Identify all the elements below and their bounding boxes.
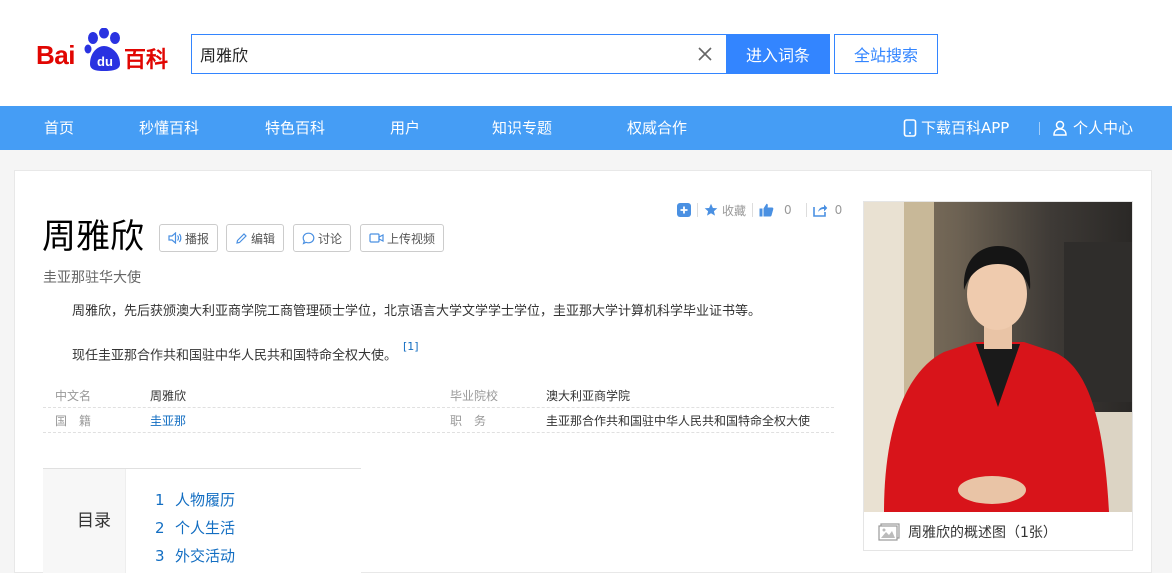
toc-item-number: 1 [155, 491, 165, 509]
tools-divider [697, 203, 698, 217]
thumbs-up-icon[interactable] [759, 203, 774, 217]
nav-item-cooperation[interactable]: 权威合作 [627, 106, 687, 150]
broadcast-button[interactable]: 播报 [159, 224, 219, 252]
entry-subtitle: 圭亚那驻华大使 [43, 270, 141, 286]
toc-item[interactable]: 1 人物履历 [155, 489, 235, 510]
basic-info-key: 职 务 [450, 414, 487, 428]
table-of-contents: 目录 1 人物履历 2 个人生活 3 外交活动 [43, 468, 361, 573]
edit-button[interactable]: 编辑 [226, 224, 285, 252]
site-search-button[interactable]: 全站搜索 [834, 34, 938, 74]
image-gallery-icon [878, 523, 900, 541]
toc-item-number: 2 [155, 519, 165, 537]
picture-caption-text: 周雅欣的概述图（1张） [908, 525, 1057, 541]
nav-item-home[interactable]: 首页 [44, 106, 74, 150]
tools-divider [805, 203, 807, 217]
nav-item-topics[interactable]: 知识专题 [492, 106, 552, 150]
summary-picture[interactable]: 周雅欣的概述图（1张） [863, 201, 1133, 551]
portrait-photo[interactable] [864, 202, 1132, 512]
toc-title-box: 目录 [43, 469, 126, 573]
basic-info-value: 澳大利亚商学院 [546, 389, 631, 403]
share-count: 0 [834, 203, 843, 217]
basic-info-row: 中文名 周雅欣 毕业院校 澳大利亚商学院 [43, 383, 834, 408]
speaker-icon [168, 232, 182, 244]
user-center-label: 个人中心 [1073, 119, 1134, 137]
user-center-link[interactable]: 个人中心 [1053, 106, 1133, 150]
header: Bai du 百科 进入词条 全站搜索 [0, 0, 1172, 106]
favorite-label[interactable]: 收藏 [722, 202, 746, 219]
basic-info-key: 国 籍 [55, 414, 92, 428]
picture-caption[interactable]: 周雅欣的概述图（1张） [864, 514, 1132, 550]
summary-paragraph-2: 现任圭亚那合作共和国驻中华人民共和国特命全权大使。 [1] [72, 340, 419, 366]
upload-video-button[interactable]: 上传视频 [360, 224, 445, 252]
toc-item-label: 个人生活 [175, 519, 236, 537]
logo-text-du: du [97, 54, 113, 69]
nav-divider [1039, 122, 1040, 135]
pencil-icon [236, 232, 247, 244]
edit-label: 编辑 [251, 231, 276, 246]
toc-title: 目录 [77, 511, 111, 531]
paw-icon: du [84, 28, 120, 71]
basic-info-table: 中文名 周雅欣 毕业院校 澳大利亚商学院 国 籍 圭亚那 职 务 圭亚那合作共和… [43, 383, 834, 433]
logo-text-baike: 百科 [124, 48, 169, 73]
chat-bubble-icon [302, 232, 315, 245]
nav-item-special[interactable]: 特色百科 [265, 106, 325, 150]
entry-title: 周雅欣 [42, 217, 144, 257]
user-icon [1053, 120, 1067, 136]
basic-info-link[interactable]: 圭亚那 [150, 412, 186, 429]
basic-info-row: 国 籍 圭亚那 职 务 圭亚那合作共和国驻中华人民共和国特命全权大使 [43, 408, 834, 433]
like-count: 0 [784, 203, 792, 217]
download-app-label: 下载百科APP [921, 119, 1010, 137]
add-icon[interactable] [677, 203, 691, 217]
toc-item-label: 人物履历 [175, 491, 236, 509]
entry-tools: 收藏 0 0 [677, 201, 842, 219]
tools-divider [752, 203, 754, 217]
basic-info-value: 周雅欣 [150, 389, 187, 403]
main-nav: 首页 秒懂百科 特色百科 用户 知识专题 权威合作 下载百科APP 个人中心 [0, 106, 1172, 150]
search-box [191, 34, 727, 74]
broadcast-label: 播报 [185, 231, 210, 246]
clear-icon[interactable] [696, 45, 714, 63]
star-icon[interactable] [704, 203, 718, 217]
basic-info-key: 中文名 [55, 389, 92, 403]
nav-item-user[interactable]: 用户 [390, 106, 420, 150]
baidu-baike-logo[interactable]: Bai du 百科 [36, 28, 176, 74]
share-icon[interactable] [812, 203, 828, 217]
video-camera-icon [369, 233, 384, 243]
summary-paragraph-2-text: 现任圭亚那合作共和国驻中华人民共和国特命全权大使。 [72, 348, 398, 364]
discuss-label: 讨论 [318, 231, 343, 246]
toc-item[interactable]: 2 个人生活 [155, 517, 235, 538]
upload-video-label: 上传视频 [387, 231, 436, 246]
summary-paragraph-1: 周雅欣，先后获颁澳大利亚商学院工商管理硕士学位，北京语言大学文学学士学位，圭亚那… [72, 304, 762, 319]
logo-text-bai: Bai [36, 40, 75, 70]
basic-info-value: 圭亚那合作共和国驻中华人民共和国特命全权大使 [546, 414, 811, 428]
phone-icon [903, 119, 917, 137]
basic-info-key: 毕业院校 [450, 389, 499, 403]
discuss-button[interactable]: 讨论 [293, 224, 352, 252]
reference-link[interactable]: [1] [403, 340, 419, 353]
download-app-link[interactable]: 下载百科APP [903, 106, 1009, 150]
nav-item-miaodong[interactable]: 秒懂百科 [139, 106, 199, 150]
toc-item-number: 3 [155, 547, 165, 565]
toc-item-label: 外交活动 [175, 547, 236, 565]
search-input[interactable] [192, 35, 682, 73]
toc-item[interactable]: 3 外交活动 [155, 545, 235, 566]
enter-entry-button[interactable]: 进入词条 [726, 34, 830, 74]
